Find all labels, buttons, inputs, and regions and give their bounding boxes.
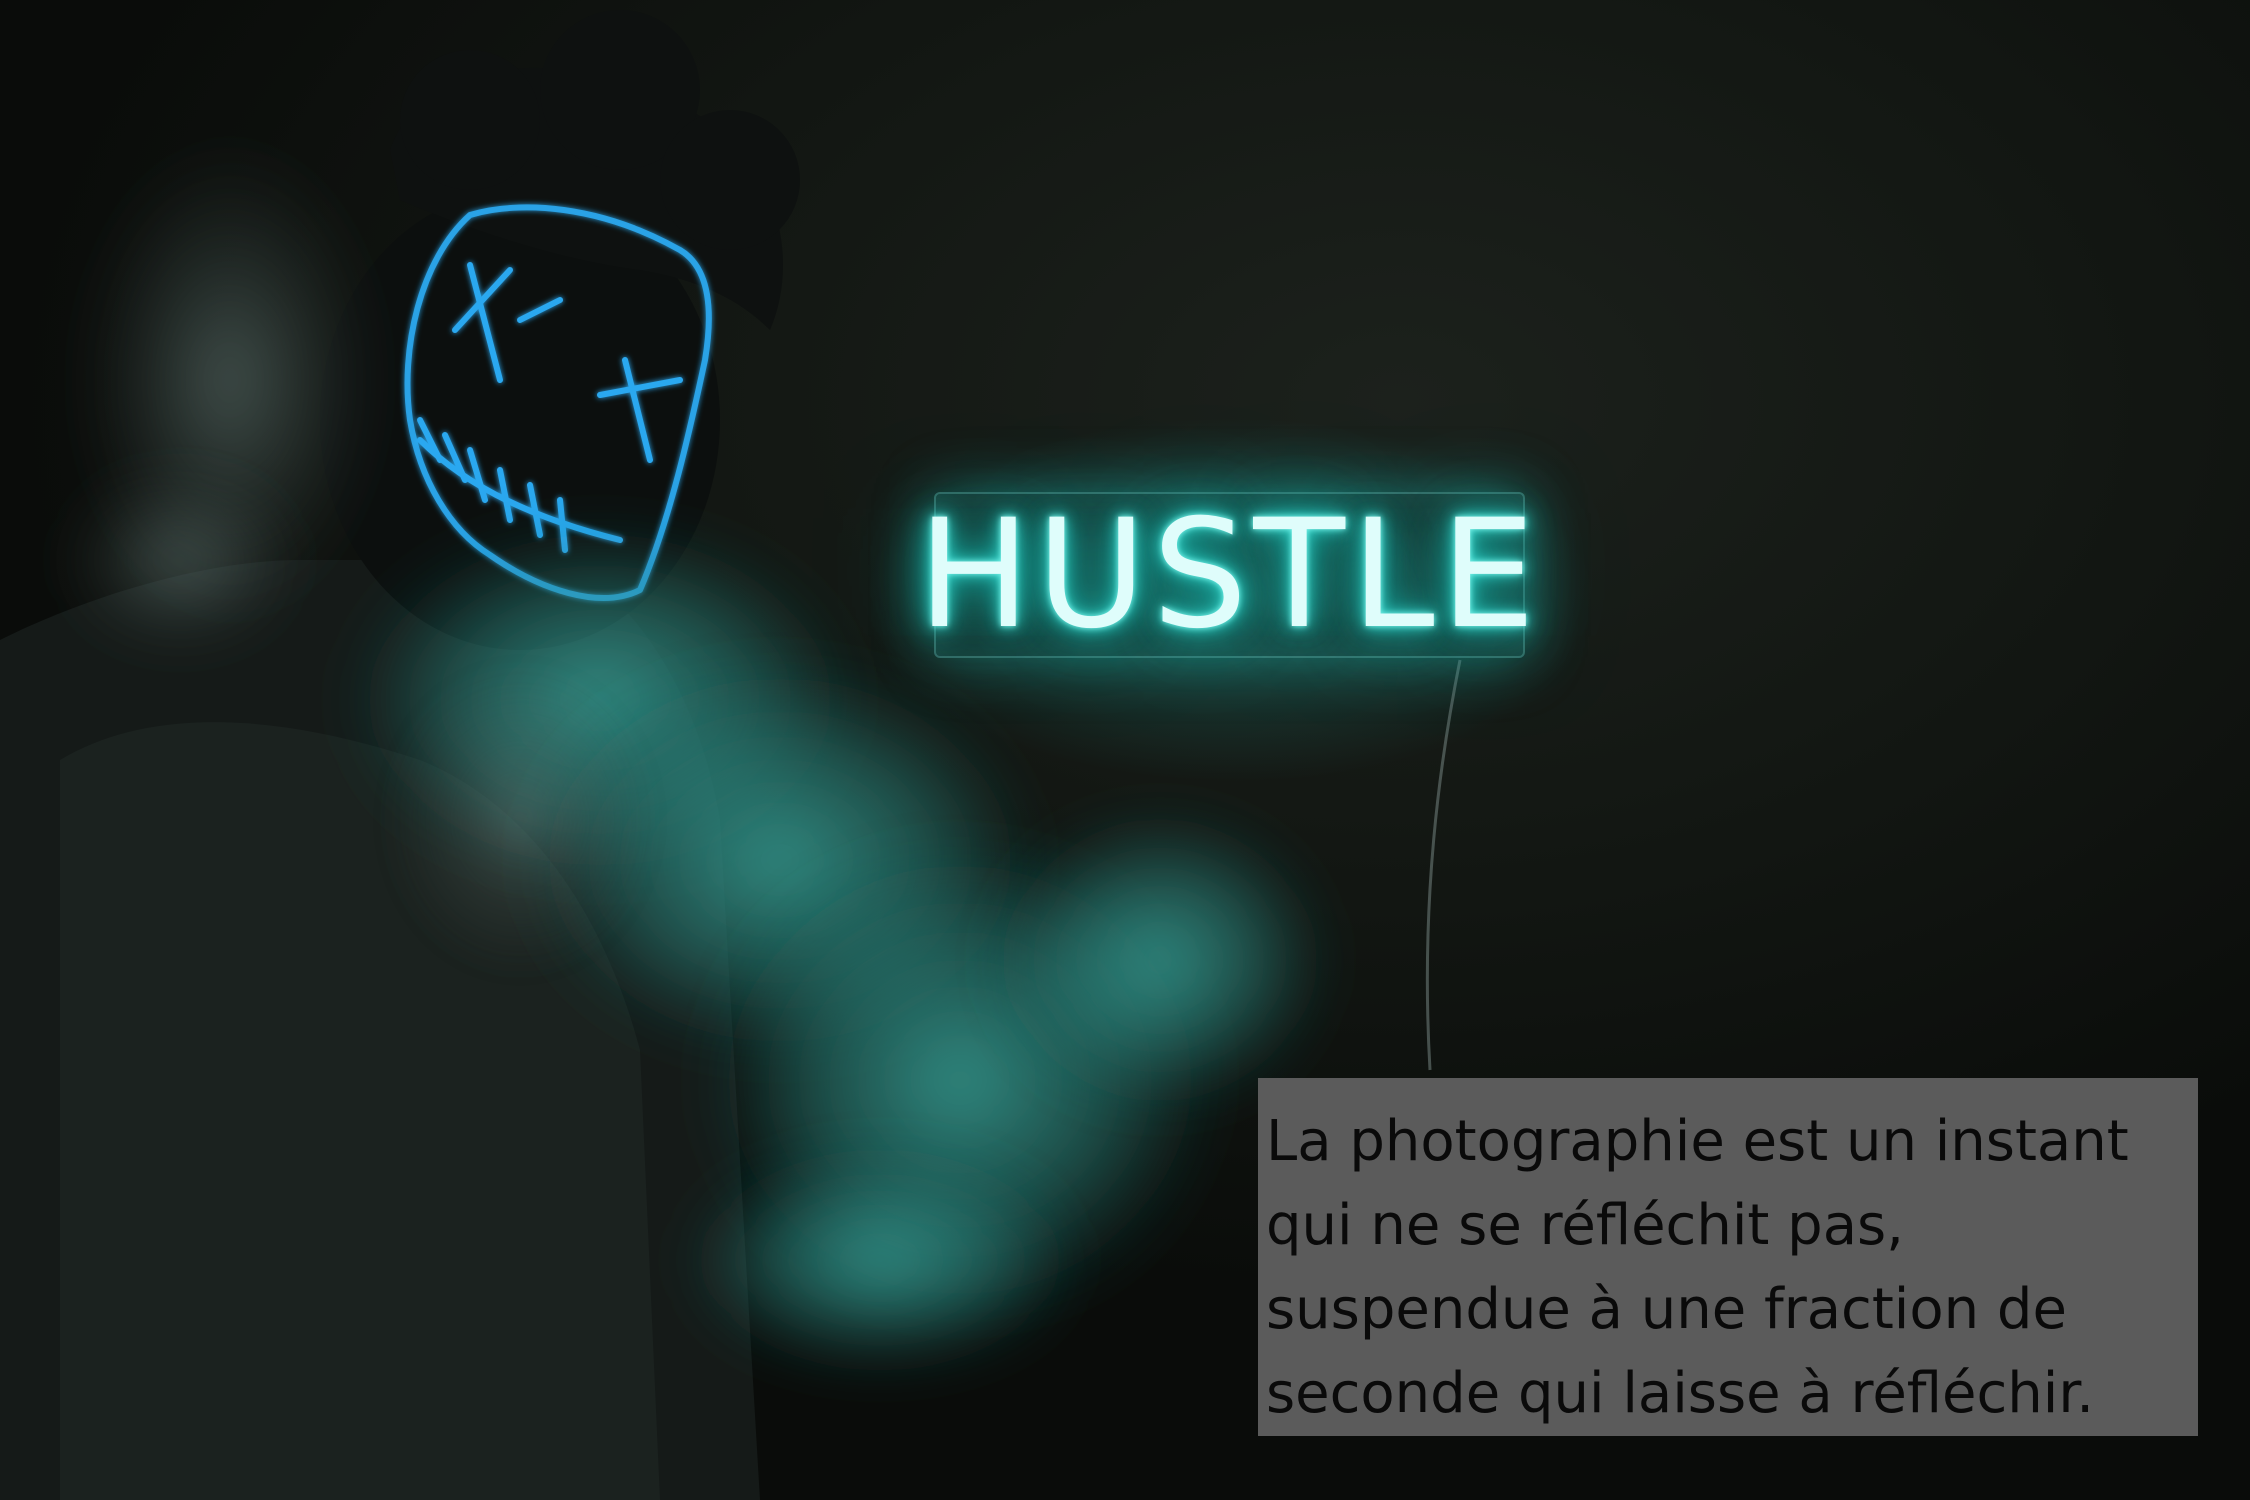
caption-box: La photographie est un instant qui ne se… (1258, 1078, 2198, 1436)
caption-line: qui ne se réfléchit pas, (1266, 1193, 1904, 1258)
neon-sign-text: HUSTLE (917, 488, 1542, 662)
power-cable (1425, 659, 1462, 1071)
caption-line: suspendue à une fraction de (1266, 1277, 2067, 1342)
neon-sign: HUSTLE (918, 492, 1535, 658)
caption-line: La photographie est un instant (1266, 1109, 2129, 1174)
caption-line: seconde qui laisse à réfléchir. (1266, 1361, 2095, 1426)
photo-scene: HUSTLE La photographie est un instant qu… (0, 0, 2250, 1500)
